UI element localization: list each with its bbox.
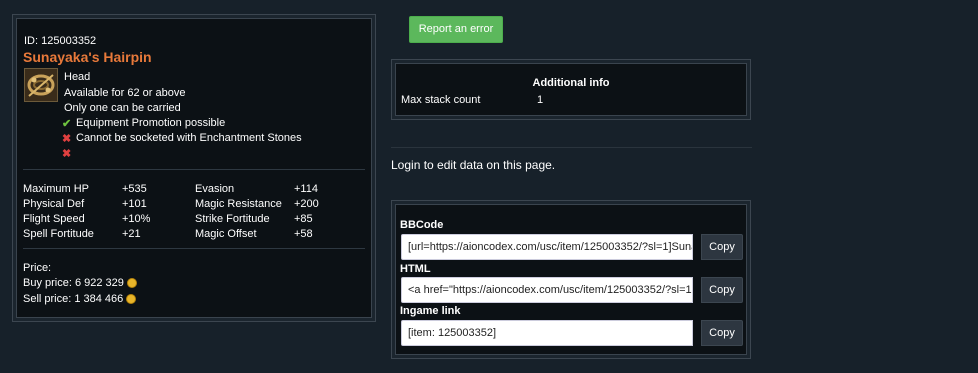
price-label: Price: [23,262,52,274]
stat-label: Magic Offset [195,228,257,240]
stat-label: Flight Speed [23,213,85,225]
trait-promotion: Equipment Promotion possible [76,117,226,129]
stat-value: +114 [294,183,318,195]
login-prompt: Login to edit data on this page. [391,158,556,172]
additional-info-panel: Additional info Max stack count 1 [391,59,751,120]
cross-icon: ✖ [62,133,72,145]
item-card: ID: 125003352 Sunayaka's Hairpin Head Av… [12,14,376,322]
hairpin-icon [24,68,58,102]
stat-label: Strike Fortitude [195,213,270,225]
stat-value: +101 [122,198,147,210]
copy-html-button[interactable]: Copy [701,277,743,303]
stat-value: +58 [294,228,313,240]
item-id: ID: 125003352 [24,35,97,47]
stat-label: Physical Def [23,198,85,210]
ingame-link-label: Ingame link [400,305,461,317]
info-row-label: Max stack count [401,94,481,106]
stat-label: Evasion [195,183,235,195]
divider [391,147,752,148]
stat-value: +10% [122,213,151,225]
sell-price: Sell price: 1 384 466 [23,293,137,305]
gold-coin-icon [126,294,137,304]
item-carry-limit: Only one can be carried [64,102,181,114]
stat-value: +200 [294,198,319,210]
report-error-button[interactable]: Report an error [409,16,503,43]
item-name: Sunayaka's Hairpin [23,49,152,65]
additional-info-title: Additional info [532,77,610,89]
item-level-req: Available for 62 or above [64,87,186,99]
buy-price: Buy price: 6 922 329 [23,277,137,289]
links-panel: BBCode [url=https://aioncodex.com/usc/it… [391,200,751,359]
bbcode-label: BBCode [400,219,444,231]
html-field[interactable]: <a href="https://aioncodex.com/usc/item/… [401,277,693,303]
stat-label: Magic Resistance [195,198,282,210]
links-panel-inner: BBCode [url=https://aioncodex.com/usc/it… [395,204,747,355]
sell-price-text: Sell price: 1 384 466 [23,293,124,305]
copy-bbcode-button[interactable]: Copy [701,234,743,260]
info-row-value: 1 [537,94,544,106]
stat-value: +85 [294,213,313,225]
trait-socket: Cannot be socketed with Enchantment Ston… [76,132,302,144]
buy-price-text: Buy price: 6 922 329 [23,277,124,289]
item-slot: Head [64,71,91,83]
divider [23,248,365,249]
stat-value: +21 [122,228,141,240]
item-card-inner: ID: 125003352 Sunayaka's Hairpin Head Av… [16,18,372,318]
bbcode-field[interactable]: [url=https://aioncodex.com/usc/item/1250… [401,234,693,260]
cross-icon: ✖ [62,148,72,160]
gold-coin-icon [126,278,137,288]
html-label: HTML [400,263,431,275]
stat-label: Spell Fortitude [23,228,94,240]
additional-info-inner: Additional info Max stack count 1 [395,63,747,116]
ingame-link-field[interactable]: [item: 125003352] [401,320,693,346]
stat-value: +535 [122,183,147,195]
check-icon: ✔ [62,118,72,130]
copy-ingame-link-button[interactable]: Copy [701,320,743,346]
stat-label: Maximum HP [23,183,90,195]
divider [23,169,365,170]
